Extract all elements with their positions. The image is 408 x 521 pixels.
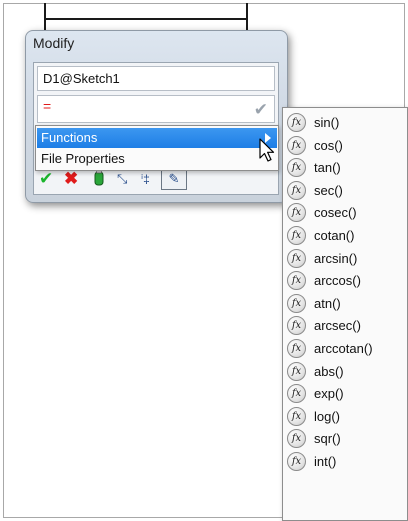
- function-label: exp(): [314, 386, 344, 402]
- function-label: cos(): [314, 137, 343, 153]
- reverse-dimension-icon[interactable]: ⤡: [117, 169, 127, 189]
- fx-function-icon: fx: [287, 429, 306, 449]
- function-label: abs(): [314, 363, 344, 379]
- function-label: arcsin(): [314, 250, 358, 266]
- function-item[interactable]: fx cotan(): [283, 225, 407, 247]
- function-item[interactable]: fx arcsin(): [283, 248, 407, 270]
- modify-dialog: Modify D1@Sketch1 = ✔ ✔ ✖ ⤡ ⁱ‡ ✎: [25, 30, 288, 203]
- help-icon[interactable]: ✎: [161, 168, 187, 190]
- fx-function-icon: fx: [287, 113, 306, 132]
- functions-submenu: fx sin() fx cos() fx tan() fx sec() fx cosec() fx c…: [282, 107, 408, 521]
- function-label: cosec(): [314, 205, 357, 221]
- accept-check-icon[interactable]: ✔: [254, 100, 268, 120]
- menu-item-functions[interactable]: Functions: [37, 128, 277, 148]
- function-item[interactable]: fx sin(): [283, 112, 407, 134]
- fx-function-icon: fx: [287, 316, 306, 336]
- rebuild-icon[interactable]: [94, 169, 104, 192]
- function-item[interactable]: fx cosec(): [283, 202, 407, 224]
- fx-function-icon: fx: [287, 339, 306, 358]
- function-item[interactable]: fx exp(): [283, 383, 407, 405]
- insert-popup-menu: Functions File Properties: [35, 125, 279, 171]
- function-label: sin(): [314, 115, 340, 130]
- fx-function-icon: fx: [287, 248, 306, 268]
- function-item[interactable]: fx atn(): [283, 293, 407, 315]
- value-input[interactable]: = ✔: [37, 95, 275, 123]
- mouse-cursor-icon: [259, 138, 275, 162]
- function-label: arcsec(): [314, 318, 361, 334]
- function-item[interactable]: fx abs(): [283, 361, 407, 383]
- fx-function-icon: fx: [287, 158, 306, 178]
- function-label: atn(): [314, 295, 341, 311]
- function-label: sec(): [314, 182, 343, 198]
- fx-function-icon: fx: [287, 452, 306, 471]
- fx-function-icon: fx: [287, 226, 306, 245]
- menu-item-file-properties[interactable]: File Properties: [37, 149, 277, 169]
- fx-function-icon: fx: [287, 203, 306, 223]
- function-label: sqr(): [314, 431, 341, 447]
- fx-function-icon: fx: [287, 271, 306, 291]
- function-item[interactable]: fx cos(): [283, 135, 407, 157]
- function-item[interactable]: fx sec(): [283, 180, 407, 202]
- dialog-toolbar: ✔ ✖ ⤡ ⁱ‡ ✎: [37, 168, 277, 192]
- function-label: arccotan(): [314, 341, 373, 356]
- sketch-line-top: [44, 18, 248, 20]
- fx-function-icon: fx: [287, 293, 306, 313]
- function-label: cotan(): [314, 228, 355, 243]
- fx-function-icon: fx: [287, 135, 306, 155]
- function-label: tan(): [314, 160, 341, 176]
- fx-function-icon: fx: [287, 384, 306, 404]
- function-item[interactable]: fx sqr(): [283, 428, 407, 450]
- function-label: int(): [314, 454, 337, 469]
- function-item[interactable]: fx int(): [283, 451, 407, 473]
- equals-sign: =: [43, 98, 52, 114]
- ok-check-icon[interactable]: ✔: [39, 169, 53, 189]
- fx-function-icon: fx: [287, 406, 306, 426]
- fx-function-icon: fx: [287, 361, 306, 381]
- cancel-x-icon[interactable]: ✖: [64, 169, 78, 189]
- function-label: arccos(): [314, 273, 361, 289]
- mark-dimension-icon[interactable]: ⁱ‡: [141, 169, 150, 189]
- function-item[interactable]: fx arcsec(): [283, 315, 407, 337]
- function-label: log(): [314, 408, 341, 424]
- function-item[interactable]: fx tan(): [283, 157, 407, 179]
- fx-function-icon: fx: [287, 180, 306, 200]
- function-item[interactable]: fx arccotan(): [283, 338, 407, 360]
- function-item[interactable]: fx log(): [283, 406, 407, 428]
- dialog-title: Modify: [33, 35, 75, 51]
- function-item[interactable]: fx arccos(): [283, 270, 407, 292]
- dimension-name-field[interactable]: D1@Sketch1: [37, 66, 275, 91]
